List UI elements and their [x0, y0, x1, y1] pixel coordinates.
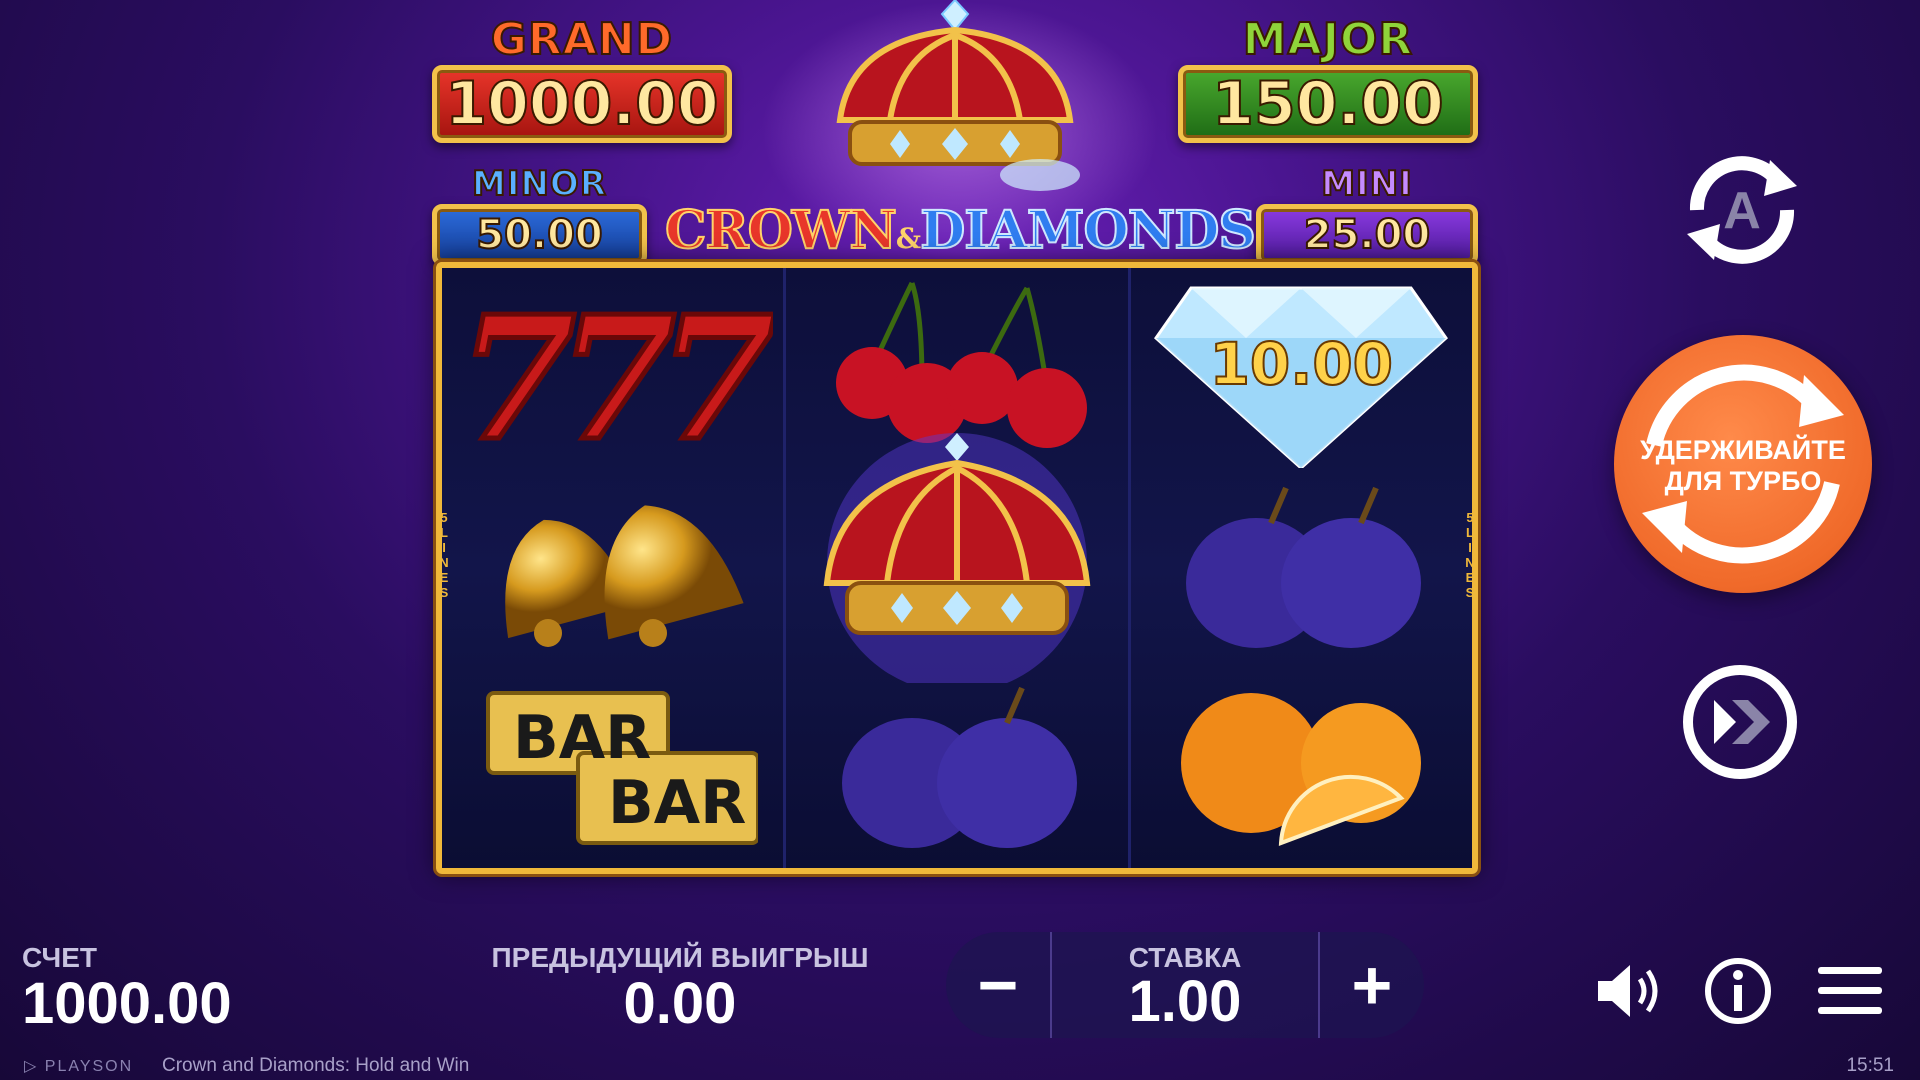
provider-logo: ▷ PLAYSON — [24, 1056, 133, 1076]
bar-bar-icon: BARBAR — [485, 691, 758, 845]
symbol-seven: 777 — [442, 268, 783, 468]
jackpot-major: MAJOR 150.00 — [1178, 13, 1478, 143]
jackpot-mini: MINI 25.00 — [1256, 163, 1478, 266]
fast-forward-icon — [1714, 700, 1770, 744]
symbol-oranges — [1131, 668, 1472, 868]
reel-2 — [786, 268, 1131, 868]
diamond-cash-value: 10.00 — [1209, 329, 1394, 399]
bet-value: 1.00 — [1128, 969, 1242, 1034]
paylines-char: E — [1465, 570, 1475, 585]
game-logo: CROWN&DIAMONDS — [660, 199, 1260, 262]
svg-text:7: 7 — [658, 283, 773, 453]
oranges-icon — [1181, 693, 1422, 846]
paylines-char: L — [440, 525, 448, 540]
paylines-char: S — [1465, 585, 1475, 600]
bet-decrease-button[interactable]: − — [946, 932, 1050, 1038]
paylines-char: 5 — [1466, 510, 1474, 525]
speaker-icon — [1598, 965, 1658, 1017]
logo-word-diamonds: DIAMONDS — [919, 199, 1257, 262]
svg-text:BAR: BAR — [513, 703, 651, 773]
footer-bar: ▷ PLAYSON Crown and Diamonds: Hold and W… — [0, 1050, 1920, 1080]
game-title: Crown and Diamonds: Hold and Win — [162, 1055, 470, 1076]
paylines-char: I — [442, 540, 446, 555]
last-win-value: 0.00 — [623, 971, 737, 1036]
paylines-char: 5 — [440, 510, 448, 525]
sound-button[interactable] — [1592, 955, 1664, 1027]
symbol-bells — [442, 468, 783, 668]
hamburger-menu-icon — [1818, 967, 1882, 1014]
symbol-diamond: 10.00 — [1131, 268, 1472, 468]
menu-button[interactable] — [1814, 955, 1886, 1027]
golden-bells-icon — [504, 505, 744, 647]
turbo-button[interactable] — [1680, 662, 1800, 782]
jackpot-minor-label: MINOR — [471, 163, 608, 205]
paylines-char: S — [439, 585, 449, 600]
bet-increase-button[interactable]: + — [1320, 932, 1424, 1038]
paylines-char: I — [1468, 540, 1472, 555]
paylines-label-left: 5 L I N E S — [437, 510, 451, 600]
paylines-char: L — [1466, 525, 1474, 540]
symbol-crown — [786, 428, 1127, 688]
clock: 15:51 — [1846, 1055, 1894, 1076]
bet-display: СТАВКА 1.00 — [1050, 932, 1320, 1038]
paylines-char: N — [439, 555, 449, 570]
reel-1: 777 BAR BAR — [442, 268, 787, 868]
paylines-label-right: 5 L I N E S — [1463, 510, 1477, 600]
jackpot-grand: GRAND 1000.00 — [432, 13, 732, 143]
autoplay-icon: A — [1723, 182, 1761, 240]
jackpot-minor: MINOR 50.00 — [432, 163, 647, 266]
spin-label-line1: УДЕРЖИВАЙТЕ — [1640, 435, 1846, 465]
balance-value: 1000.00 — [22, 971, 232, 1036]
spin-label-line2: ДЛЯ ТУРБО — [1664, 466, 1822, 496]
plums-icon — [1186, 486, 1422, 648]
paylines-char: N — [1465, 555, 1475, 570]
jackpot-grand-value: 1000.00 — [432, 65, 732, 143]
logo-word-crown: CROWN — [664, 199, 898, 262]
jackpot-major-value: 150.00 — [1178, 65, 1478, 143]
spin-hold-turbo-label: УДЕРЖИВАЙТЕ ДЛЯ ТУРБО — [1614, 435, 1872, 497]
plums-icon — [841, 686, 1077, 848]
jackpot-major-label: MAJOR — [1242, 13, 1414, 66]
bet-control: − СТАВКА 1.00 + — [946, 932, 1424, 1038]
jackpot-mini-label: MINI — [1320, 163, 1413, 205]
jackpot-mini-value: 25.00 — [1256, 204, 1478, 266]
jackpot-grand-label: GRAND — [490, 13, 674, 66]
logo-ampersand: & — [895, 222, 921, 255]
symbol-plums — [786, 668, 1127, 868]
symbol-bar: BAR BAR — [442, 668, 783, 868]
reel-3: 10.00 — [1131, 268, 1472, 868]
playson-triangle-icon: ▷ — [24, 1058, 39, 1075]
paylines-char: E — [439, 570, 449, 585]
svg-text:BAR: BAR — [608, 768, 746, 838]
reel-grid: 777 BAR BAR 10.00 — [436, 262, 1478, 874]
symbol-plums — [1131, 468, 1472, 668]
crown-icon — [823, 433, 1091, 683]
info-button[interactable] — [1702, 955, 1774, 1027]
info-icon — [1705, 958, 1771, 1024]
autoplay-button[interactable]: A — [1672, 148, 1812, 273]
seven-777-icon: 777 — [455, 283, 773, 453]
spin-button[interactable]: УДЕРЖИВАЙТЕ ДЛЯ ТУРБО — [1614, 335, 1872, 593]
jackpot-minor-value: 50.00 — [432, 204, 647, 266]
provider-name: PLAYSON — [44, 1058, 134, 1075]
crown-emblem — [836, 0, 1080, 191]
